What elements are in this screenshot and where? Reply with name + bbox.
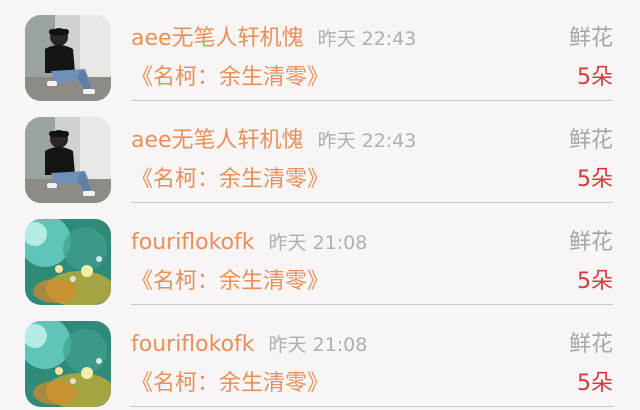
timestamp: 昨天 21:08 (268, 232, 368, 254)
list-item[interactable]: aee无笔人轩机愧 昨天 22:43 鲜花 《名柯：余生清零》 5朵 (0, 0, 640, 102)
person-photo-avatar-icon[interactable] (25, 117, 111, 203)
list-item[interactable]: fouriflokofk 昨天 21:08 鲜花 《名柯：余生清零》 5朵 (0, 204, 640, 306)
username-text[interactable]: fouriflokofk (131, 230, 255, 255)
timestamp: 昨天 22:43 (317, 130, 417, 152)
timestamp: 昨天 22:43 (317, 28, 417, 50)
row-divider (131, 406, 613, 407)
fantasy-landscape-avatar-icon[interactable] (25, 219, 111, 305)
person-photo-avatar-icon[interactable] (25, 15, 111, 101)
username-text[interactable]: aee无笔人轩机愧 (131, 26, 304, 51)
gift-count: 5朵 (577, 371, 613, 396)
book-title[interactable]: 《名柯：余生清零》 (131, 63, 329, 93)
gift-type-label: 鲜花 (568, 128, 613, 153)
username-text[interactable]: fouriflokofk (131, 332, 255, 357)
username[interactable]: aee无笔人轩机愧 昨天 22:43 (131, 126, 416, 156)
gift-count: 5朵 (577, 65, 613, 90)
gift-count: 5朵 (577, 269, 613, 294)
username[interactable]: aee无笔人轩机愧 昨天 22:43 (131, 24, 416, 54)
flower-gift-list: aee无笔人轩机愧 昨天 22:43 鲜花 《名柯：余生清零》 5朵 aee无笔人… (0, 0, 640, 410)
username[interactable]: fouriflokofk 昨天 21:08 (131, 228, 367, 258)
gift-type-label: 鲜花 (568, 26, 613, 51)
username[interactable]: fouriflokofk 昨天 21:08 (131, 330, 367, 360)
gift-type-label: 鲜花 (568, 332, 613, 357)
gift-count: 5朵 (577, 167, 613, 192)
row-divider (131, 304, 613, 305)
gift-type-label: 鲜花 (568, 230, 613, 255)
row-divider (131, 100, 613, 101)
row-divider (131, 202, 613, 203)
fantasy-landscape-avatar-icon[interactable] (25, 321, 111, 407)
list-item[interactable]: fouriflokofk 昨天 21:08 鲜花 《名柯：余生清零》 5朵 (0, 306, 640, 408)
book-title[interactable]: 《名柯：余生清零》 (131, 369, 329, 399)
book-title[interactable]: 《名柯：余生清零》 (131, 165, 329, 195)
book-title[interactable]: 《名柯：余生清零》 (131, 267, 329, 297)
username-text[interactable]: aee无笔人轩机愧 (131, 128, 304, 153)
timestamp: 昨天 21:08 (268, 334, 368, 356)
list-item[interactable]: aee无笔人轩机愧 昨天 22:43 鲜花 《名柯：余生清零》 5朵 (0, 102, 640, 204)
